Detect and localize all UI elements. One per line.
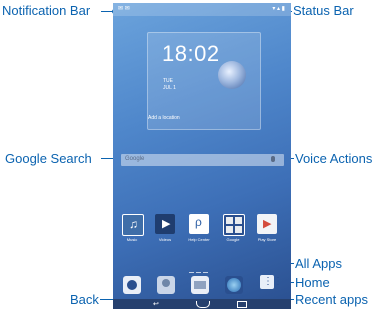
app-label-music: Music xyxy=(126,237,138,242)
page-indicator xyxy=(188,260,218,273)
play-icon: ▶ xyxy=(162,218,171,230)
messages-dock-icon[interactable] xyxy=(191,276,209,294)
date-day: TUE xyxy=(163,78,173,84)
google-search-text: Google xyxy=(125,156,145,162)
back-label: Back xyxy=(70,292,99,307)
notification-icons: ✉ ✉ xyxy=(118,6,130,12)
music-app-icon[interactable]: ♫ xyxy=(122,214,144,236)
google-grid-tile-4 xyxy=(235,226,242,233)
google-search-bar[interactable]: Google xyxy=(121,154,284,166)
home-label: Home xyxy=(295,275,330,290)
clock-time: 18:02 xyxy=(162,41,220,66)
recent-apps-label: Recent apps xyxy=(295,292,368,307)
camera-dock-icon[interactable] xyxy=(123,276,141,294)
videos-app-icon[interactable]: ▶ xyxy=(155,214,175,234)
app-label-videos: Videos xyxy=(158,237,172,242)
play-store-icon: ▶ xyxy=(263,218,272,230)
app-label-google: Google xyxy=(226,237,240,242)
google-grid-tile-3 xyxy=(226,226,233,233)
status-icons: ▾ ▴ ▮ xyxy=(272,6,285,12)
google-search-label: Google Search xyxy=(5,151,92,166)
weather-moon-icon xyxy=(218,61,246,89)
message-icon xyxy=(194,281,206,289)
globe-icon xyxy=(227,278,241,292)
phone-screen: ✉ ✉ ▾ ▴ ▮ 18:02 TUE JUL 1 Add a location… xyxy=(113,3,291,309)
notification-bar-label: Notification Bar xyxy=(2,3,91,18)
google-grid-tile-1 xyxy=(226,217,233,224)
google-app-icon[interactable] xyxy=(223,214,245,236)
help-center-icon: ρ xyxy=(195,215,202,229)
status-bar-label: Status Bar xyxy=(293,3,354,18)
microphone-icon[interactable] xyxy=(271,156,275,162)
status-bar[interactable]: ✉ ✉ ▾ ▴ ▮ xyxy=(113,3,291,16)
help-app-icon[interactable]: ρ xyxy=(189,214,209,234)
back-icon[interactable]: ↩ xyxy=(153,300,159,308)
browser-dock-icon[interactable] xyxy=(225,276,243,294)
home-icon[interactable] xyxy=(196,301,210,308)
play-store-app-icon[interactable]: ▶ xyxy=(257,214,277,234)
camera-lens-icon xyxy=(127,280,137,290)
app-label-play-store: Play Store xyxy=(257,237,277,242)
person-icon xyxy=(162,279,170,287)
date-text: JUL 1 xyxy=(163,85,176,91)
contacts-dock-icon[interactable] xyxy=(157,276,175,294)
music-note-icon: ♫ xyxy=(129,217,138,231)
all-apps-button[interactable]: ⋮⋮ xyxy=(260,275,283,289)
recent-apps-icon[interactable] xyxy=(237,301,247,308)
all-apps-label: All Apps xyxy=(295,256,342,271)
google-grid-tile-2 xyxy=(235,217,242,224)
add-location-link[interactable]: Add a location xyxy=(148,115,180,121)
voice-actions-label: Voice Actions xyxy=(295,151,373,166)
app-label-help-center: Help Center xyxy=(188,237,210,242)
all-apps-grid-icon: ⋮⋮ xyxy=(263,276,283,287)
